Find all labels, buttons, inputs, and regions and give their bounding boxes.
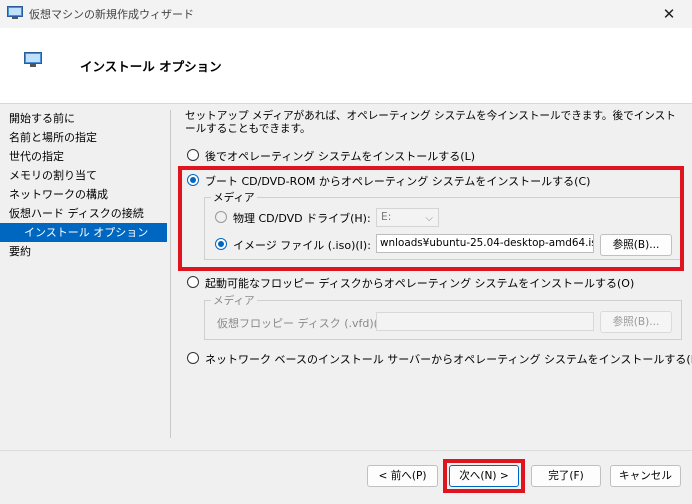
close-icon: ✕: [662, 5, 676, 23]
physical-drive-label[interactable]: 物理 CD/DVD ドライブ(H):: [233, 210, 371, 226]
previous-button[interactable]: < 前へ(P): [367, 465, 438, 487]
iso-label[interactable]: イメージ ファイル (.iso)(I):: [233, 237, 371, 253]
floppy-group-label: メディア: [211, 293, 257, 308]
nav-item-networking[interactable]: ネットワークの構成: [0, 185, 167, 204]
window-title: 仮想マシンの新規作成ウィザード: [29, 8, 194, 21]
option-network-label[interactable]: ネットワーク ベースのインストール サーバーからオペレーティング システムをイン…: [205, 351, 692, 367]
radio-install-later[interactable]: [187, 149, 199, 161]
option-later-label[interactable]: 後でオペレーティング システムをインストールする(L): [205, 148, 475, 164]
radio-physical-drive[interactable]: [215, 211, 227, 223]
nav-item-before-you-begin[interactable]: 開始する前に: [0, 109, 167, 128]
option-floppy-label[interactable]: 起動可能なフロッピー ディスクからオペレーティング システムをインストールする(…: [205, 275, 634, 291]
radio-install-from-floppy[interactable]: [187, 276, 199, 288]
browse-floppy-button[interactable]: 参照(B)...: [600, 311, 672, 333]
browse-iso-button[interactable]: 参照(B)...: [600, 234, 672, 256]
wizard-header: インストール オプション: [0, 28, 692, 104]
hyper-v-vm-icon: [7, 6, 23, 19]
title-bar: 仮想マシンの新規作成ウィザード ✕: [0, 0, 692, 28]
radio-install-from-network[interactable]: [187, 352, 199, 364]
installation-options-panel: セットアップ メディアがあれば、オペレーティング システムを今インストールできま…: [171, 104, 692, 439]
nav-item-memory[interactable]: メモリの割り当て: [0, 166, 167, 185]
nav-item-name-location[interactable]: 名前と場所の指定: [0, 128, 167, 147]
physical-drive-select[interactable]: E: ⌵: [376, 208, 439, 227]
nav-item-generation[interactable]: 世代の指定: [0, 147, 167, 166]
radio-iso-image[interactable]: [215, 238, 227, 250]
vm-icon: [24, 52, 42, 67]
option-dvd-label[interactable]: ブート CD/DVD-ROM からオペレーティング システムをインストールする(…: [205, 173, 590, 189]
next-button[interactable]: 次へ(N) >: [449, 465, 519, 487]
nav-item-summary[interactable]: 要約: [0, 242, 167, 261]
media-group-label: メディア: [211, 190, 257, 205]
page-title: インストール オプション: [80, 59, 222, 74]
cancel-button[interactable]: キャンセル: [610, 465, 681, 487]
footer-divider: [0, 450, 692, 451]
wizard-steps-nav: 開始する前に 名前と場所の指定 世代の指定 メモリの割り当て ネットワークの構成…: [0, 104, 170, 439]
finish-button[interactable]: 完了(F): [531, 465, 601, 487]
chevron-down-icon: ⌵: [425, 213, 433, 224]
description-text: セットアップ メディアがあれば、オペレーティング システムを今インストールできま…: [185, 110, 676, 135]
radio-install-from-dvd[interactable]: [187, 174, 199, 186]
nav-item-installation-options[interactable]: インストール オプション: [0, 223, 167, 242]
iso-path-input[interactable]: wnloads¥ubuntu-25.04-desktop-amd64.iso: [376, 234, 594, 253]
floppy-label: 仮想フロッピー ディスク (.vfd)(V):: [217, 317, 394, 330]
floppy-path-input[interactable]: [376, 312, 594, 331]
physical-drive-value: E:: [381, 211, 392, 223]
nav-item-virtual-disk[interactable]: 仮想ハード ディスクの接続: [0, 204, 167, 223]
close-button[interactable]: ✕: [646, 0, 692, 28]
